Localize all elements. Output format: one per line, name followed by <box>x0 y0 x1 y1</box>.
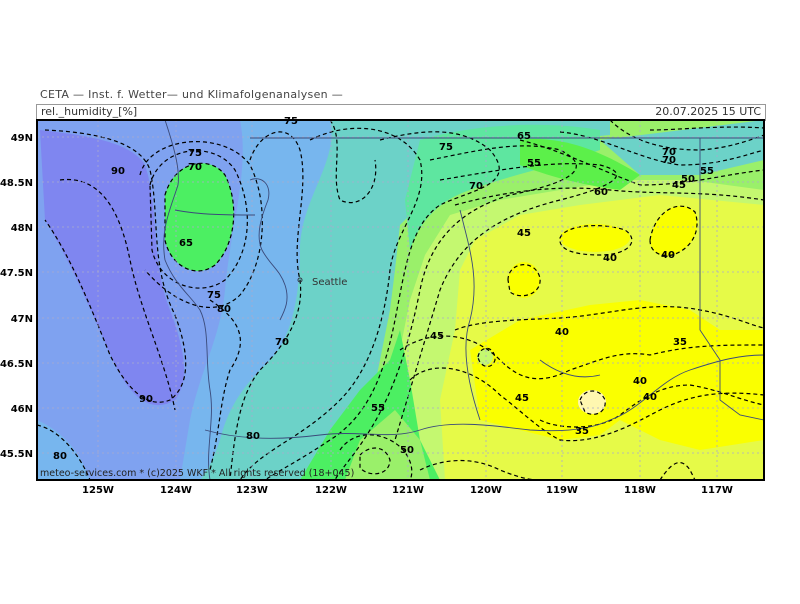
contour-label: 55 <box>371 403 385 414</box>
lat-tick-label: 47.5N <box>0 268 33 279</box>
lon-axis: 125W 124W 123W 122W 121W 120W 119W 118W 117W <box>82 485 733 496</box>
contour-label: 70 <box>188 162 202 173</box>
lat-tick-label: 46.5N <box>0 359 33 370</box>
lat-tick-label: 47N <box>11 314 33 325</box>
contour-label: 75 <box>284 116 298 127</box>
contour-label: 55 <box>527 158 541 169</box>
footer-credit: meteo-services.com * (c)2025 WKF * All r… <box>40 468 354 479</box>
contour-label: 70 <box>662 147 676 158</box>
lon-tick-label: 125W <box>82 485 114 496</box>
contour-label: 50 <box>400 445 414 456</box>
contour-label: 35 <box>575 426 589 437</box>
contour-label: 55 <box>700 166 714 177</box>
contour-label: 65 <box>517 131 531 142</box>
lon-tick-label: 122W <box>315 485 347 496</box>
contour-label: 80 <box>53 451 67 462</box>
lat-tick-label: 46N <box>11 404 33 415</box>
lon-tick-label: 118W <box>624 485 656 496</box>
contour-label: 80 <box>217 304 231 315</box>
contour-label: 70 <box>275 337 289 348</box>
lon-tick-label: 117W <box>701 485 733 496</box>
lat-tick-label: 48.5N <box>0 178 33 189</box>
lat-axis: 49N 48.5N 48N 47.5N 47N 46.5N 46N 45.5N <box>0 133 33 460</box>
lon-tick-label: 123W <box>236 485 268 496</box>
humidity-map: Seattle 90 75 70 65 75 80 90 80 75 70 80 75 70 65 55 60… <box>0 116 765 496</box>
lat-tick-label: 49N <box>11 133 33 144</box>
contour-label: 35 <box>673 337 687 348</box>
contour-label: 75 <box>207 290 221 301</box>
humidity-field <box>37 120 764 480</box>
field-blob-45-a <box>477 349 493 365</box>
contour-label: 75 <box>188 148 202 159</box>
contour-label: 80 <box>246 431 260 442</box>
lon-tick-label: 121W <box>392 485 424 496</box>
contour-label: 50 <box>681 174 695 185</box>
contour-label: 45 <box>517 228 531 239</box>
lat-tick-label: 45.5N <box>0 449 33 460</box>
lat-tick-label: 48N <box>11 223 33 234</box>
contour-label: 40 <box>661 250 675 261</box>
contour-label: 90 <box>139 394 153 405</box>
place-label-seattle: Seattle <box>312 277 347 288</box>
contour-label: 65 <box>179 238 193 249</box>
contour-label: 60 <box>594 187 608 198</box>
lon-tick-label: 120W <box>470 485 502 496</box>
contour-label: 40 <box>633 376 647 387</box>
lon-tick-label: 124W <box>160 485 192 496</box>
contour-label: 40 <box>643 392 657 403</box>
contour-label: 75 <box>439 142 453 153</box>
map-container: Seattle 90 75 70 65 75 80 90 80 75 70 80 75 70 65 55 60… <box>0 0 800 600</box>
lon-tick-label: 119W <box>546 485 578 496</box>
contour-label: 40 <box>555 327 569 338</box>
contour-label: 90 <box>111 166 125 177</box>
contour-label: 70 <box>469 181 483 192</box>
contour-label: 40 <box>603 253 617 264</box>
contour-label: 45 <box>430 331 444 342</box>
contour-label: 45 <box>515 393 529 404</box>
field-blob-35-a <box>508 262 540 298</box>
